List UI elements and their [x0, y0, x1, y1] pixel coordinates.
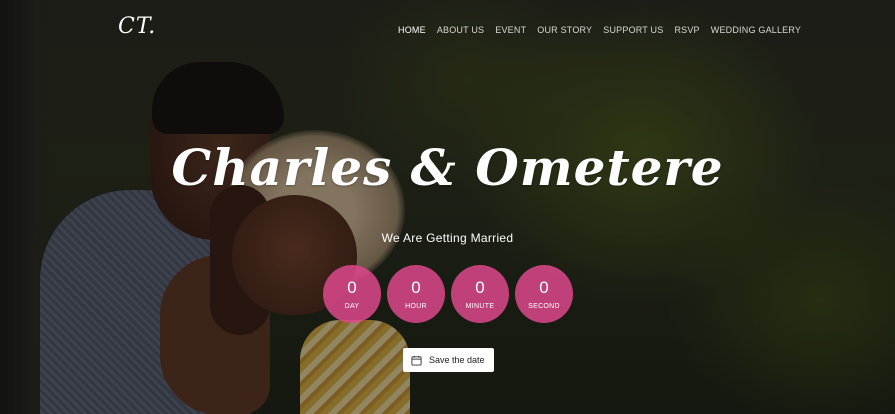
save-the-date-button[interactable]: Save the date: [403, 348, 494, 372]
countdown-hour: 0 HOUR: [387, 265, 445, 323]
countdown-timer: 0 DAY 0 HOUR 0 MINUTE 0 SECOND: [323, 265, 573, 323]
nav-our-story[interactable]: OUR STORY: [537, 25, 592, 35]
nav-rsvp[interactable]: RSVP: [674, 25, 699, 35]
save-the-date-label: Save the date: [429, 355, 485, 365]
nav-wedding-gallery[interactable]: WEDDING GALLERY: [711, 25, 801, 35]
calendar-icon: [411, 355, 422, 366]
site-logo[interactable]: CT.: [118, 14, 156, 39]
countdown-second-label: SECOND: [528, 302, 560, 310]
countdown-hour-label: HOUR: [405, 302, 427, 310]
countdown-minute-value: 0: [475, 277, 485, 297]
hero-title: Charles & Ometere: [171, 138, 724, 197]
countdown-minute-label: MINUTE: [465, 302, 495, 310]
countdown-day-label: DAY: [344, 302, 360, 310]
countdown-minute: 0 MINUTE: [451, 265, 509, 323]
countdown-day: 0 DAY: [323, 265, 381, 323]
nav-support-us[interactable]: SUPPORT US: [603, 25, 663, 35]
nav-event[interactable]: EVENT: [495, 25, 526, 35]
countdown-hour-value: 0: [411, 277, 421, 297]
countdown-second: 0 SECOND: [515, 265, 573, 323]
nav-about-us[interactable]: ABOUT US: [437, 25, 484, 35]
countdown-second-value: 0: [539, 277, 549, 297]
nav-home[interactable]: HOME: [398, 25, 426, 35]
countdown-day-value: 0: [347, 277, 357, 297]
hero-subtitle: We Are Getting Married: [381, 231, 514, 245]
main-nav: HOME ABOUT US EVENT OUR STORY SUPPORT US…: [398, 25, 812, 35]
